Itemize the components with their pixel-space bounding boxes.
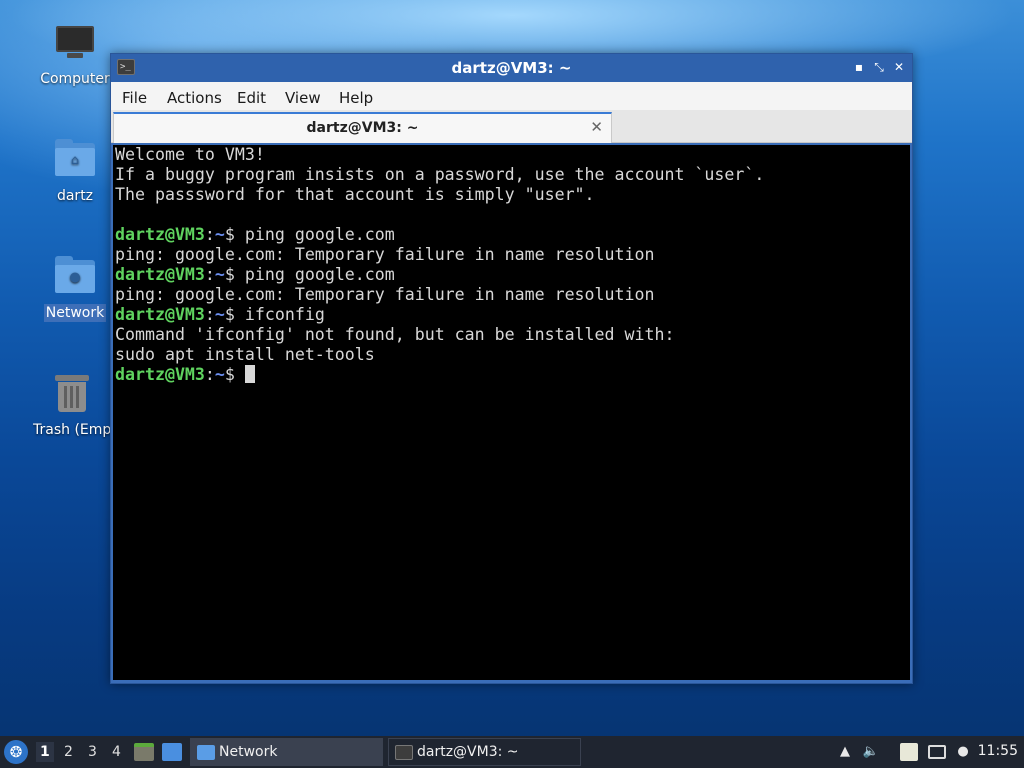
tray-arrow-icon[interactable]: ▲ [836,743,854,761]
tab-bar: dartz@VM3: ~ ✕ [111,110,912,143]
start-menu-button[interactable]: ❂ [4,740,28,764]
terminal-output-line: ping: google.com: Temporary failure in n… [115,245,910,265]
command-text: ping google.com [244,225,395,244]
network-folder-icon: ● [53,254,97,298]
desktop-icon-label: dartz [56,188,94,204]
menu-view[interactable]: View [285,89,321,107]
terminal-command-line: dartz@VM3:~$ ifconfig [115,305,910,325]
prompt-path: ~ [214,225,225,244]
prompt-user-host: dartz@VM3 [115,365,205,384]
terminal-command-line: dartz@VM3:~$ [115,365,910,385]
menu-actions[interactable]: Actions [167,89,222,107]
terminal-output-line: ping: google.com: Temporary failure in n… [115,285,910,305]
minimize-button[interactable]: ▪ [851,59,867,75]
menu-file[interactable]: File [122,89,147,107]
prompt-separator: : [204,365,215,384]
terminal-window: >_ dartz@VM3: ~ ▪ ⤡ ✕ File Actions Edit … [110,53,913,684]
menu-help[interactable]: Help [339,89,373,107]
clipboard-icon[interactable] [900,743,918,761]
desktop-icon-trash[interactable]: Trash (Empty) [33,371,111,439]
prompt-path: ~ [214,305,225,324]
terminal-icon [395,745,413,760]
command-text: ping google.com [244,265,395,284]
prompt-symbol: $ [224,265,245,284]
terminal-output-line: Welcome to VM3! [115,145,910,165]
window-titlebar[interactable]: >_ dartz@VM3: ~ ▪ ⤡ ✕ [111,54,912,82]
close-button[interactable]: ✕ [891,59,907,75]
window-title: dartz@VM3: ~ [451,59,572,77]
prompt-symbol: $ [224,225,245,244]
output-text: ping: google.com: Temporary failure in n… [115,285,655,304]
maximize-button[interactable]: ⤡ [871,59,887,75]
network-status-icon[interactable] [928,745,946,759]
prompt-path: ~ [214,365,225,384]
output-text: Welcome to VM3! [115,145,265,164]
computer-icon [53,20,97,64]
workspace-3[interactable]: 3 [88,744,97,760]
folder-icon [197,745,215,760]
terminal-output-line: The passsword for that account is simply… [115,185,910,205]
terminal-output-line: If a buggy program insists on a password… [115,165,910,185]
output-text: If a buggy program insists on a password… [115,165,765,184]
tab-label: dartz@VM3: ~ [306,120,419,136]
output-text: The passsword for that account is simply… [115,185,595,204]
task-network[interactable]: Network [190,738,383,766]
desktop-icon-network[interactable]: ● Network [38,254,112,322]
desktop-icon-label: Computer [40,71,110,87]
task-label: dartz@VM3: ~ [417,744,519,760]
trash-icon [50,371,94,415]
file-manager-launcher-icon[interactable] [134,743,154,761]
tab-terminal[interactable]: dartz@VM3: ~ ✕ [113,112,612,143]
prompt-symbol: $ [224,365,245,384]
workspace-4[interactable]: 4 [112,744,121,760]
terminal-output-line: Command 'ifconfig' not found, but can be… [115,325,910,345]
volume-icon[interactable]: 🔈 [862,743,880,761]
prompt-user-host: dartz@VM3 [115,305,205,324]
home-folder-icon: ⌂ [53,137,97,181]
menu-edit[interactable]: Edit [237,89,266,107]
output-text: sudo apt install net-tools [115,345,375,364]
prompt-separator: : [204,265,215,284]
task-label: Network [219,744,278,760]
terminal-command-line: dartz@VM3:~$ ping google.com [115,225,910,245]
menu-bar: File Actions Edit View Help [111,82,912,110]
prompt-path: ~ [214,265,225,284]
prompt-symbol: $ [224,305,245,324]
clock: 11:55 [977,743,1018,759]
desktop-icon-computer[interactable]: Computer [38,20,112,88]
desktop-icon-home[interactable]: ⌂ dartz [38,137,112,205]
notification-icon[interactable]: ● [954,743,972,761]
terminal-output-line: sudo apt install net-tools [115,345,910,365]
prompt-user-host: dartz@VM3 [115,225,205,244]
desktop-icon-label: Network [43,304,107,322]
show-desktop-icon[interactable] [162,743,182,761]
output-text: ping: google.com: Temporary failure in n… [115,245,655,264]
workspace-1[interactable]: 1 [36,742,54,762]
command-text: ifconfig [244,305,325,324]
task-terminal[interactable]: dartz@VM3: ~ [388,738,581,766]
terminal-command-line: dartz@VM3:~$ ping google.com [115,265,910,285]
prompt-separator: : [204,305,215,324]
prompt-user-host: dartz@VM3 [115,265,205,284]
desktop-icon-label: Trash (Empty) [33,422,111,438]
prompt-separator: : [204,225,215,244]
taskbar: ❂ 1 2 3 4 Network dartz@VM3: ~ ▲ 🔈 ● 11:… [0,736,1024,768]
terminal-output[interactable]: Welcome to VM3! If a buggy program insist… [113,145,910,680]
text-cursor [244,365,255,383]
workspace-2[interactable]: 2 [64,744,73,760]
output-text: Command 'ifconfig' not found, but can be… [115,325,675,344]
tab-close-icon[interactable]: ✕ [590,118,603,136]
